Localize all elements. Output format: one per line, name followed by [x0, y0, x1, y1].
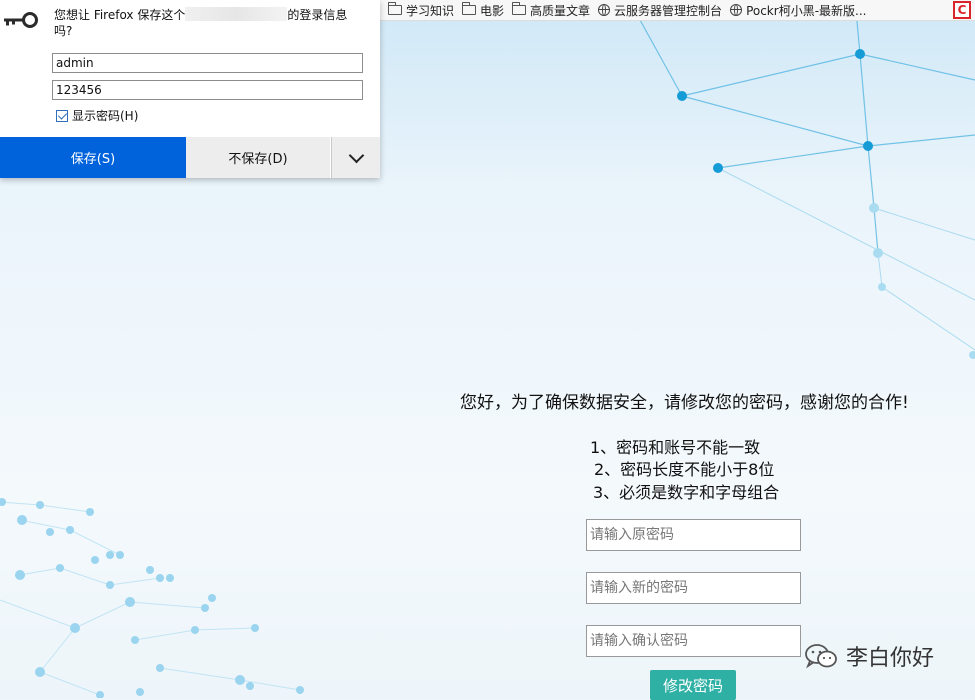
username-field[interactable] [52, 53, 363, 73]
globe-icon [730, 4, 743, 16]
wechat-icon [805, 644, 837, 669]
password-field[interactable] [52, 80, 363, 100]
security-notice: 您好，为了确保数据安全，请修改您的密码，感谢您的合作! [460, 393, 909, 413]
bookmark-label: 电影 [480, 3, 505, 18]
wechat-watermark: 李白你好 [804, 640, 934, 672]
bookmarks-toolbar: 学习知识 电影 高质量文章 云服务器管理控制台 Pockr柯小黑-最新版... … [380, 0, 975, 21]
folder-icon [388, 2, 402, 15]
show-password-checkbox[interactable]: 显示密码(H) [56, 107, 138, 124]
new-password-input[interactable] [586, 572, 801, 604]
folder-icon [462, 2, 477, 15]
more-options-button[interactable] [331, 137, 380, 178]
change-password-button[interactable]: 修改密码 [650, 670, 736, 700]
bookmark-movies[interactable]: 电影 [462, 2, 504, 19]
csdn-icon[interactable]: C [953, 1, 971, 19]
redacted-site [185, 7, 288, 21]
dont-save-button[interactable]: 不保存(D) [186, 137, 330, 178]
dialog-message-prefix: 您想让 Firefox 保存这个 [54, 8, 186, 22]
folder-icon [512, 2, 527, 15]
password-rule-2: 2、密码长度不能小于8位 [594, 460, 775, 479]
watermark-text: 李白你好 [846, 646, 935, 671]
show-password-label: 显示密码(H) [72, 109, 139, 123]
dialog-message-line2: 吗? [54, 24, 73, 38]
dialog-message: 您想让 Firefox 保存这个 的登录信息 吗? [54, 7, 364, 39]
dialog-message-suffix: 的登录信息 [287, 8, 348, 22]
bookmark-label: 学习知识 [406, 3, 455, 18]
bookmark-study[interactable]: 学习知识 [388, 2, 454, 19]
bookmark-cloud-console[interactable]: 云服务器管理控制台 [598, 2, 722, 19]
checkbox-checked-icon[interactable] [56, 109, 68, 122]
bookmark-articles[interactable]: 高质量文章 [512, 2, 590, 19]
bookmark-label: 高质量文章 [530, 3, 591, 18]
password-rule-3: 3、必须是数字和字母组合 [593, 483, 780, 502]
globe-icon [598, 4, 611, 16]
chevron-down-icon [348, 147, 364, 163]
bookmark-label: 云服务器管理控制台 [614, 3, 723, 18]
key-icon [4, 12, 38, 28]
password-rule-1: 1、密码和账号不能一致 [590, 438, 761, 457]
old-password-input[interactable] [586, 519, 801, 551]
confirm-password-input[interactable] [586, 625, 801, 657]
save-button[interactable]: 保存(S) [0, 137, 186, 178]
bookmark-pockr[interactable]: Pockr柯小黑-最新版... [730, 2, 866, 19]
bookmark-label: Pockr柯小黑-最新版... [746, 3, 867, 18]
save-password-dialog: 您想让 Firefox 保存这个 的登录信息 吗? 显示密码(H) 保存(S) 不… [0, 0, 380, 178]
